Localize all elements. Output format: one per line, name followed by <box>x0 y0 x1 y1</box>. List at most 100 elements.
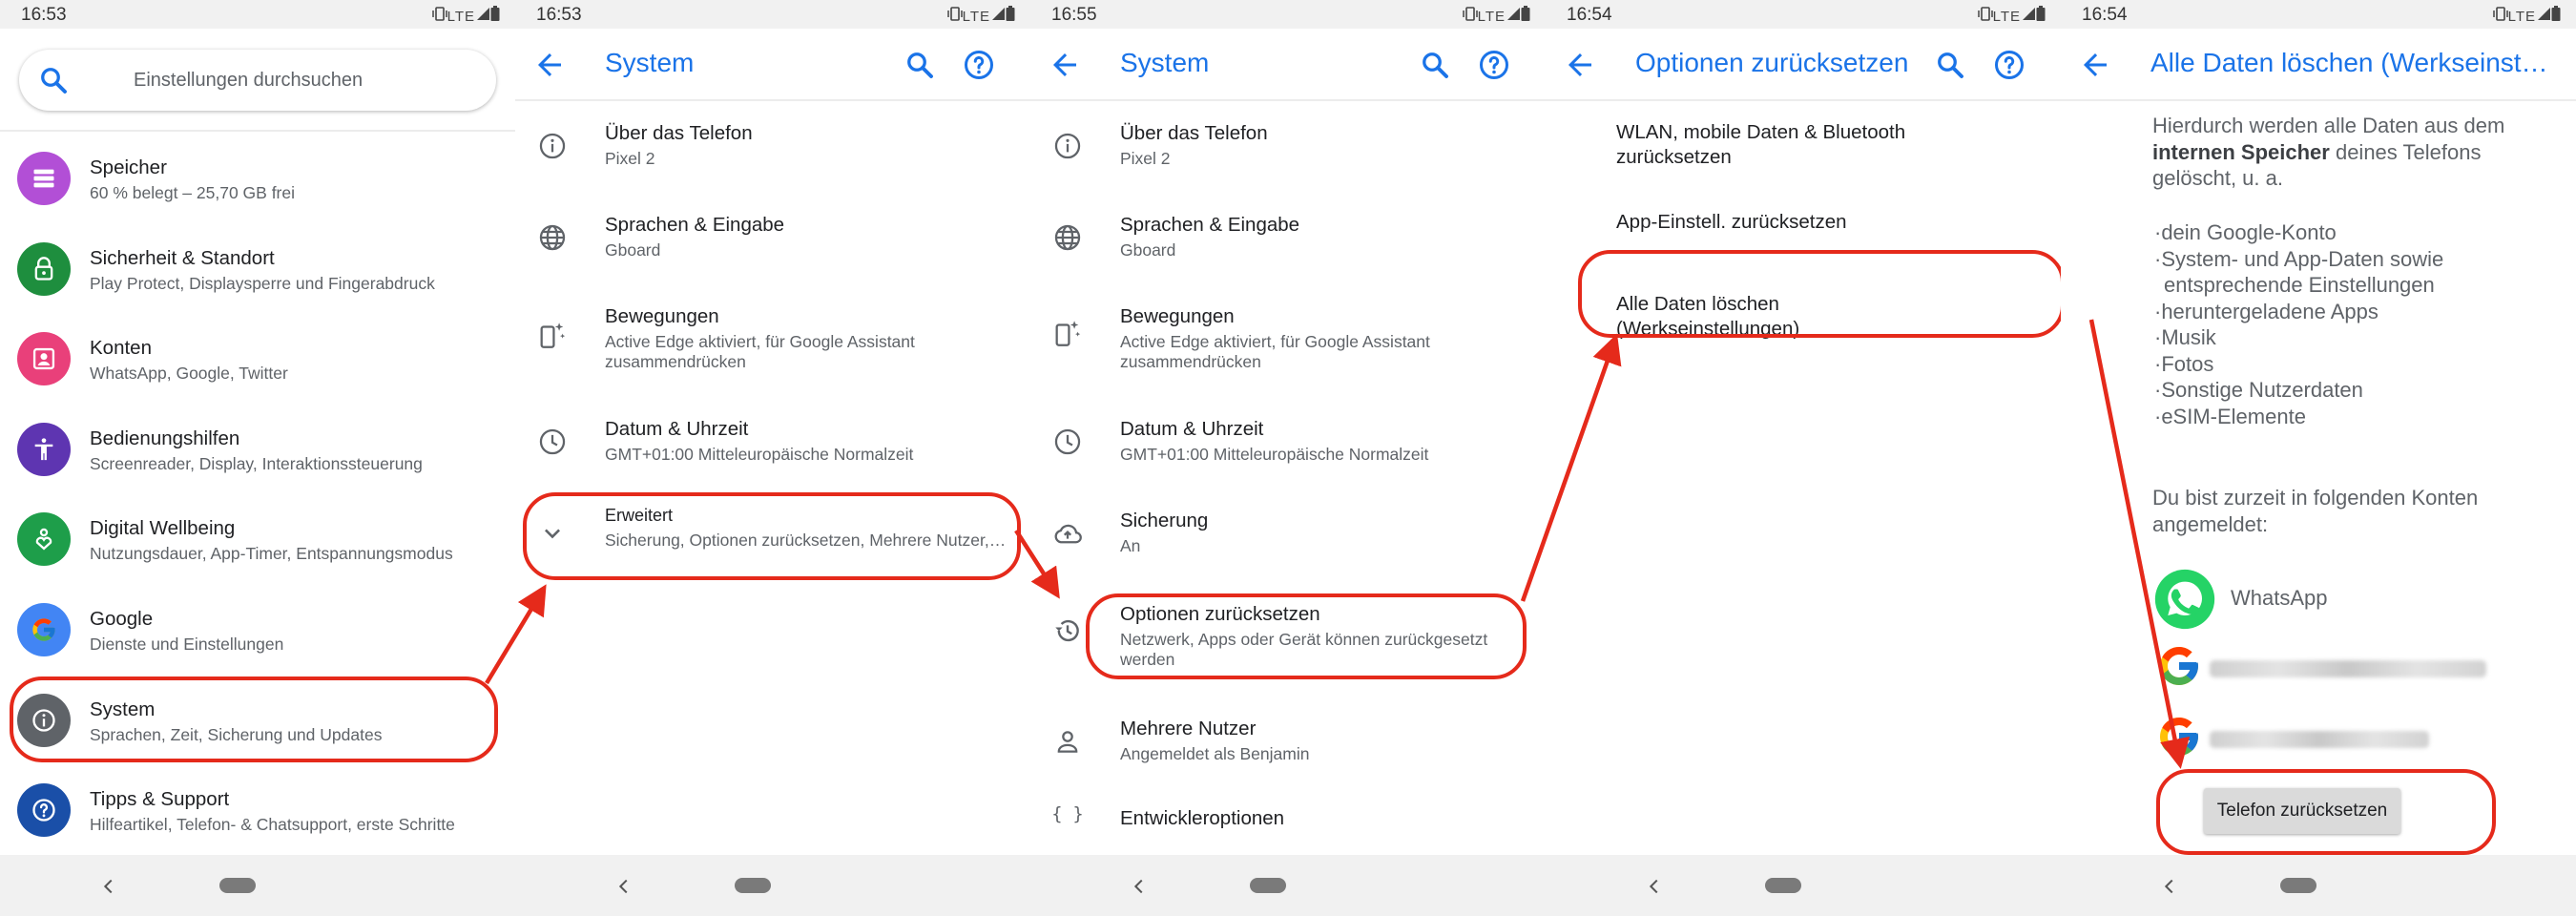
settings-item-digital-wellbeing[interactable]: Digital Wellbeing Nutzungsdauer, App-Time… <box>0 496 515 586</box>
system-item-3[interactable]: Datum & Uhrzeit GMT+01:00 Mitteleuropäisc… <box>1030 401 1546 485</box>
app-bar: Optionen zurücksetzen <box>1546 29 2061 101</box>
search-icon[interactable] <box>1933 48 1967 82</box>
list-item: ·Sonstige Nutzerdaten <box>2154 378 2363 402</box>
screen-3: 16:55 LTE System Über das Telefon Pixel 2 Spr… <box>1030 0 1546 916</box>
settings-item-google[interactable]: Google Dienste und Einstellungen <box>0 587 515 677</box>
list-item: ·dein Google-Konto <box>2154 220 2337 244</box>
status-time: 16:55 <box>1051 5 1097 25</box>
settings-item-tipps-support[interactable]: Tipps & Support Hilfeartikel, Telefon- & … <box>0 767 515 857</box>
row-title: Datum & Uhrzeit <box>1120 418 1264 440</box>
status-bar: 16:54 LTE <box>1546 0 2061 29</box>
nav-home-icon[interactable] <box>2280 878 2316 893</box>
row-subtitle: GMT+01:00 Mitteleuropäische Normalzeit <box>1120 445 1429 464</box>
help-icon[interactable] <box>1477 48 1511 82</box>
phone-sparkle-icon <box>1051 317 1084 349</box>
nav-back-icon[interactable] <box>1644 876 1665 902</box>
settings-item-sicherheit-standort[interactable]: Sicherheit & Standort Play Protect, Displ… <box>0 226 515 316</box>
lock-icon <box>17 241 71 296</box>
nav-back-icon[interactable] <box>2159 876 2180 902</box>
status-bar: 16:55 LTE <box>1030 0 1546 29</box>
intro-text: Hierdurch werden alle Daten aus dem <box>2152 114 2505 137</box>
row-title: Sprachen & Eingabe <box>1120 214 1300 236</box>
nav-bar <box>2061 855 2576 916</box>
system-item-0[interactable]: Über das Telefon Pixel 2 <box>1030 105 1546 197</box>
row-subtitle: Play Protect, Displaysperre und Fingerab… <box>90 273 435 293</box>
tutorial-composite: 16:53 LTE Einstellungen durchsuchen Speiche… <box>0 0 2576 916</box>
wellbeing-heart-icon <box>17 512 71 567</box>
status-bar: 16:54 LTE <box>2061 0 2576 29</box>
cloud-upload-icon <box>1051 517 1084 550</box>
system-item-2[interactable]: Bewegungen Active Edge aktiviert, für Goo… <box>1030 288 1546 401</box>
row-subtitle: Active Edge aktiviert, für Google Assist… <box>605 332 915 371</box>
nav-back-icon[interactable] <box>613 876 634 902</box>
list-item: ·Musik <box>2154 325 2216 349</box>
system-item-1[interactable]: Sprachen & Eingabe Gboard <box>515 197 1030 288</box>
settings-item-konten[interactable]: Konten WhatsApp, Google, Twitter <box>0 316 515 406</box>
system-item-0[interactable]: Über das Telefon Pixel 2 <box>515 105 1030 197</box>
system-item-6[interactable]: Mehrere Nutzer Angemeldet als Benjamin <box>1030 700 1546 788</box>
system-item-4[interactable]: Sicherung An <box>1030 492 1546 584</box>
row-title: Bewegungen <box>605 305 719 327</box>
row-title: Tipps & Support <box>90 788 230 811</box>
nav-back-icon[interactable] <box>1129 876 1150 902</box>
row-title: Über das Telefon <box>1120 122 1268 144</box>
list-item: ·eSIM-Elemente <box>2154 404 2306 428</box>
status-icons: LTE <box>946 6 1015 25</box>
row-title: Datum & Uhrzeit <box>605 418 749 440</box>
row-title: Sprachen & Eingabe <box>605 214 785 236</box>
nav-home-icon[interactable] <box>1765 878 1801 893</box>
system-item-7[interactable]: { } Entwickleroptionen <box>1030 788 1546 845</box>
status-icons: LTE <box>431 6 500 25</box>
back-arrow-icon[interactable] <box>2078 48 2112 82</box>
settings-item-speicher[interactable]: Speicher 60 % belegt – 25,70 GB frei <box>0 135 515 225</box>
svg-text:{ }: { } <box>1051 804 1083 824</box>
page-title: System <box>605 48 695 77</box>
intro-bold: internen Speicher <box>2152 139 2330 164</box>
nav-back-icon[interactable] <box>98 876 119 902</box>
reset-option-0[interactable]: WLAN, mobile Daten & Bluetooth zurückset… <box>1546 105 2061 197</box>
settings-search-bar[interactable]: Einstellungen durchsuchen <box>19 50 496 111</box>
divider <box>0 130 515 132</box>
search-icon[interactable] <box>903 48 937 82</box>
row-subtitle: 60 % belegt – 25,70 GB frei <box>90 183 295 202</box>
status-icons: LTE <box>1977 6 2046 25</box>
account-email-blurred <box>2210 660 2486 677</box>
accounts-intro: Du bist zurzeit in folgenden Konten ange… <box>2152 486 2479 536</box>
erase-list: ·dein Google-Konto ·System- und App-Daten… <box>2152 219 2563 429</box>
nav-home-icon[interactable] <box>1250 878 1286 893</box>
search-icon <box>36 63 71 97</box>
row-title: App-Einstell. zurücksetzen <box>1616 211 1847 233</box>
row-subtitle: Dienste und Einstellungen <box>90 635 284 654</box>
nav-home-icon[interactable] <box>219 878 256 893</box>
search-placeholder: Einstellungen durchsuchen <box>134 70 364 91</box>
help-icon[interactable] <box>1992 48 2026 82</box>
system-item-1[interactable]: Sprachen & Eingabe Gboard <box>1030 197 1546 288</box>
back-arrow-icon[interactable] <box>532 48 567 82</box>
nav-home-icon[interactable] <box>735 878 771 893</box>
system-item-3[interactable]: Datum & Uhrzeit GMT+01:00 Mitteleuropäisc… <box>515 401 1030 485</box>
highlight-optionen <box>1086 593 1527 679</box>
system-item-2[interactable]: Bewegungen Active Edge aktiviert, für Goo… <box>515 288 1030 401</box>
help-icon[interactable] <box>962 48 996 82</box>
account-row <box>2061 635 2576 702</box>
info-outline-icon <box>536 130 569 162</box>
nav-bar <box>1030 855 1546 916</box>
screen-4: 16:54 LTE Optionen zurücksetzen WLAN, mobil… <box>1546 0 2061 916</box>
back-arrow-icon[interactable] <box>1563 48 1597 82</box>
row-subtitle: Screenreader, Display, Interaktionssteue… <box>90 453 423 473</box>
row-title: Über das Telefon <box>605 122 753 144</box>
row-subtitle: Angemeldet als Benjamin <box>1120 744 1310 763</box>
settings-item-bedienungshilfen[interactable]: Bedienungshilfen Screenreader, Display, I… <box>0 406 515 496</box>
row-subtitle: Gboard <box>605 240 661 260</box>
status-time: 16:54 <box>2082 5 2128 25</box>
search-icon[interactable] <box>1418 48 1452 82</box>
row-title: Entwickleroptionen <box>1120 807 1285 829</box>
screen-5: 16:54 LTE Alle Daten löschen (Werkseinstel… <box>2061 0 2576 916</box>
row-subtitle: Hilfeartikel, Telefon- & Chatsupport, er… <box>90 815 455 835</box>
back-arrow-icon[interactable] <box>1048 48 1082 82</box>
list-item: ·System- und App-Daten sowie entsprechen… <box>2154 246 2444 298</box>
whatsapp-icon <box>2152 567 2217 632</box>
row-subtitle: Pixel 2 <box>1120 149 1171 168</box>
row-subtitle: WhatsApp, Google, Twitter <box>90 364 288 384</box>
list-item: ·heruntergeladene Apps <box>2154 299 2379 323</box>
